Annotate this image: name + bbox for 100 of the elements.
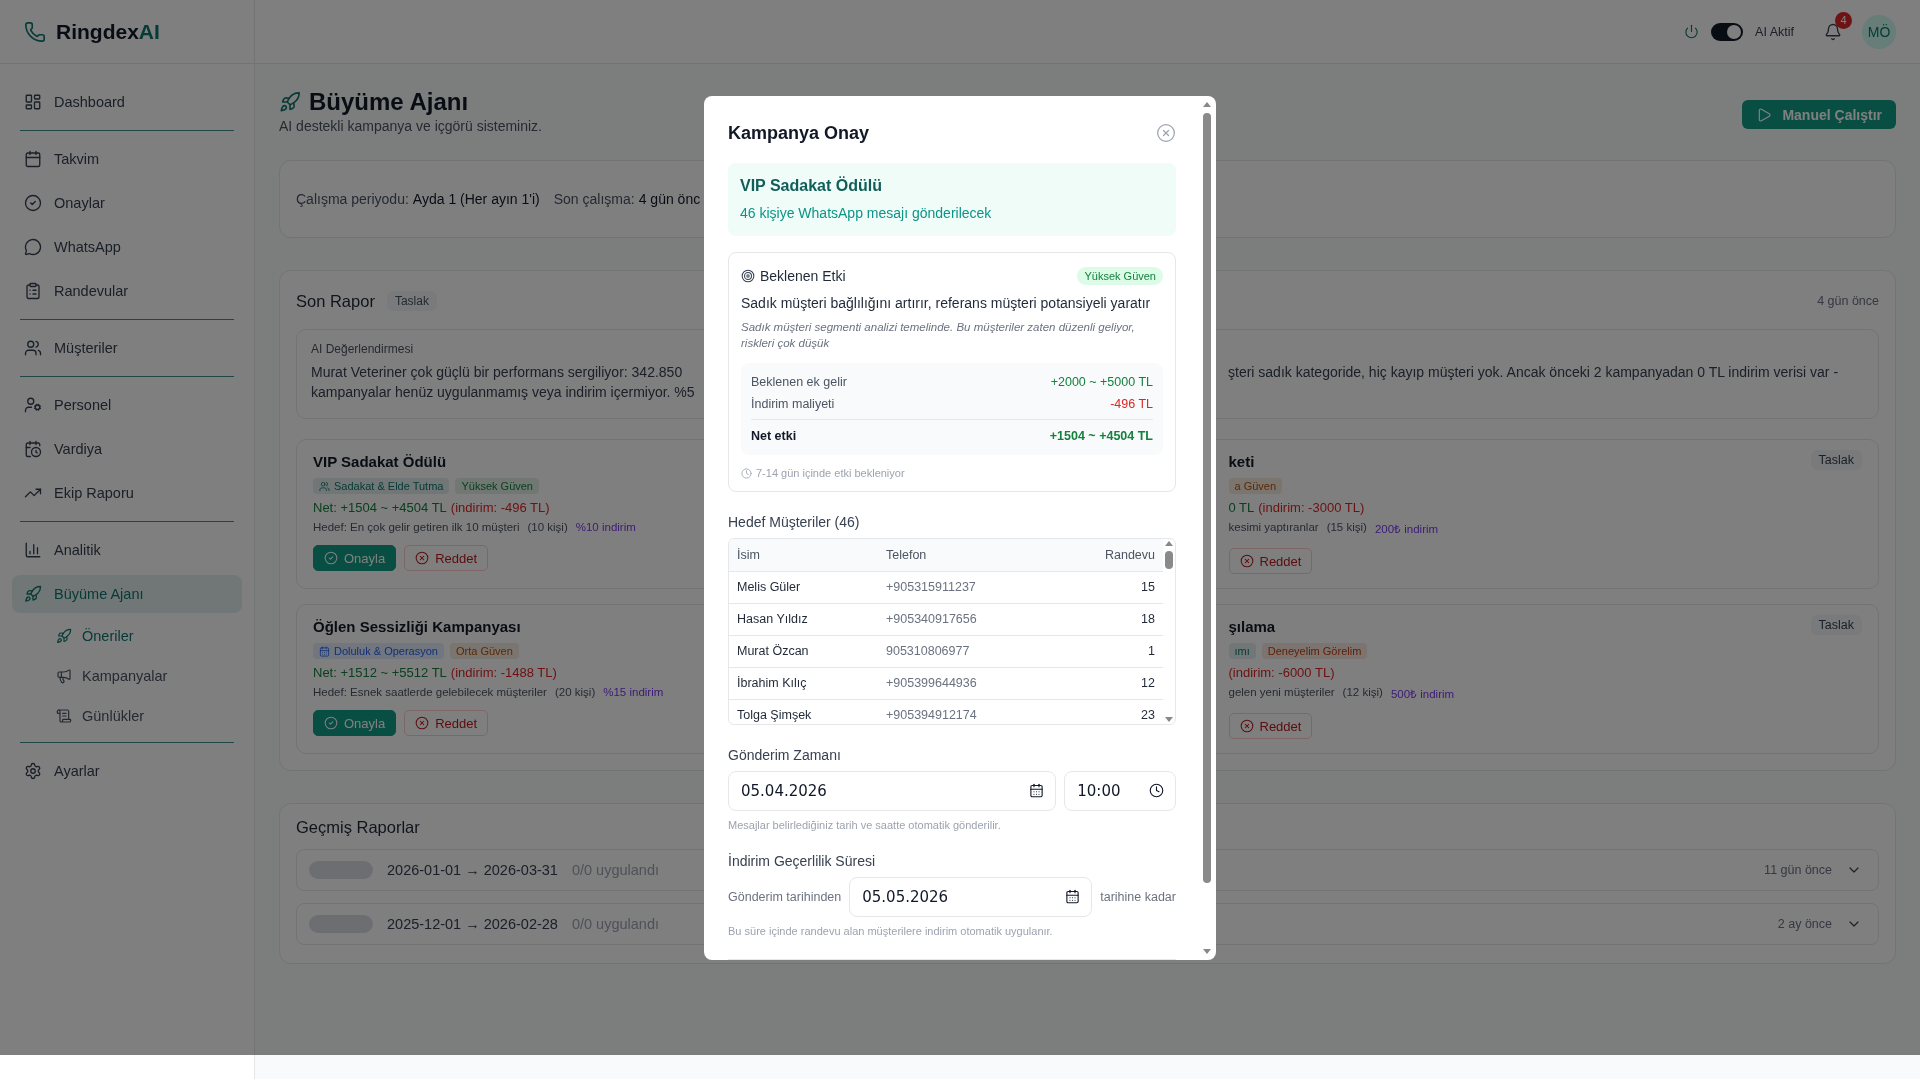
calendar-icon: [1065, 889, 1081, 905]
campaign-title: VIP Sadakat Ödülü: [313, 452, 447, 472]
report-age: 11 gün önce: [1764, 863, 1832, 877]
section-title: Son Rapor: [296, 291, 375, 311]
nav-item[interactable]: Onaylar: [12, 184, 242, 222]
column-header: İsim: [729, 539, 878, 572]
reject-button[interactable]: Reddet: [404, 710, 489, 736]
table-cell: 18: [1054, 603, 1163, 636]
approve-button[interactable]: Onayla: [313, 710, 397, 736]
target-count: (20 kişi): [554, 686, 596, 698]
nav-subitem[interactable]: Kampanyalar: [12, 659, 242, 693]
reject-button[interactable]: Reddet: [404, 545, 489, 571]
column-header: Randevu: [1054, 539, 1163, 572]
x-circle-icon: [415, 551, 430, 565]
target-count: (12 kişi): [1342, 686, 1383, 700]
tag-label: Doluluk & Operasyon: [334, 645, 438, 657]
nav-item[interactable]: Dashboard: [12, 83, 242, 121]
page-title: Büyüme Ajanı: [309, 88, 469, 116]
discount-cost: (indirim: -1488 TL): [450, 665, 557, 680]
column-header: Telefon: [878, 539, 1055, 572]
clipboard-icon: [24, 282, 42, 300]
ai-toggle[interactable]: [1711, 22, 1744, 41]
scroll-icon: [56, 708, 72, 724]
table-cell: Tolga Şimşek: [729, 699, 878, 725]
settings-icon: [24, 762, 42, 780]
check-circle-icon: [324, 551, 338, 565]
nav-item[interactable]: Takvim: [12, 140, 242, 178]
target-count: (10 kişi): [527, 521, 568, 533]
grid-icon: [24, 93, 42, 111]
time-field[interactable]: 10:00: [1064, 771, 1176, 812]
report-age: 4 gün önce: [1817, 294, 1879, 308]
nav-item[interactable]: Ayarlar: [12, 752, 242, 790]
campaign-title: Öğlen Sessizliği Kampanyası: [313, 617, 521, 637]
figure-value: -496 TL: [1110, 397, 1153, 412]
calendar-icon: [319, 645, 330, 657]
manual-run-button[interactable]: Manuel Çalıştır: [1742, 100, 1896, 129]
figure-label: Beklenen ek gelir: [751, 375, 847, 390]
nav-subitem[interactable]: Günlükler: [12, 699, 242, 733]
nav-item[interactable]: Ekip Raporu: [12, 474, 242, 512]
play-icon: [1756, 106, 1773, 123]
brand-logo: RingdexAI: [56, 19, 160, 44]
nav-item[interactable]: Analitik: [12, 531, 242, 569]
check-circle-icon: [24, 194, 42, 212]
net-amount: Net: +1512 ~ +5512 TL: [313, 665, 447, 680]
field-suffix: tarihine kadar: [1100, 890, 1176, 905]
table-cell: Melis Güler: [729, 571, 878, 604]
assessment-text: şteri sadık kategoride, hiç kayıp müşteri yok. Ancak önceki 2 kampanyadan 0 TL indirim verisi var -: [1228, 363, 1839, 382]
offer-text: %10 indirim: [575, 521, 636, 533]
status-tag: Taslak: [1810, 615, 1862, 635]
close-icon[interactable]: [1156, 123, 1176, 144]
table-cell: Hasan Yıldız: [729, 603, 878, 636]
target-text: gelen yeni müşteriler: [1228, 686, 1335, 700]
rocket-icon: [279, 91, 301, 113]
schedule-label: Son çalışma:: [553, 191, 635, 207]
assessment-label: AI Değerlendirmesi: [311, 342, 414, 356]
target-text: Hedef: En çok gelir getiren ilk 10 müşteri: [313, 521, 520, 533]
bell-icon: [1824, 22, 1842, 41]
campaign-summary: 46 kişiye WhatsApp mesajı gönderilecek: [740, 205, 993, 222]
net-amount: Net: +1504 ~ +4504 TL: [313, 500, 447, 515]
users-icon: [319, 480, 330, 492]
target-icon: [741, 269, 755, 284]
user-avatar[interactable]: MÖ: [1862, 14, 1896, 49]
nav-item[interactable]: Büyüme Ajanı: [12, 575, 242, 613]
reject-button[interactable]: Reddet: [1228, 713, 1313, 739]
date-field[interactable]: 05.05.2026: [849, 877, 1093, 918]
nav-item[interactable]: WhatsApp: [12, 228, 242, 266]
field-prefix: Gönderim tarihinden: [728, 890, 842, 905]
rocket-icon: [24, 585, 42, 603]
nav-subitem[interactable]: Öneriler: [12, 619, 242, 653]
check-circle-icon: [324, 716, 338, 730]
section-title: Hedef Müşteriler (46): [728, 514, 861, 531]
table-cell: 23: [1054, 699, 1163, 725]
confidence-tag: Yüksek Güven: [1077, 267, 1163, 286]
nav-item[interactable]: Randevular: [12, 272, 242, 310]
campaign-title: VIP Sadakat Ödülü: [740, 177, 883, 196]
figure-label: İndirim maliyeti: [751, 397, 835, 412]
nav-item[interactable]: Vardiya: [12, 430, 242, 468]
chat-bubble-icon: [24, 238, 42, 256]
user-gear-icon: [24, 396, 42, 414]
discount-cost: (indirim: -3000 TL): [1258, 500, 1365, 515]
tag-label: Sadakat & Elde Tutma: [334, 480, 444, 492]
report-age: 2 ay önce: [1777, 917, 1832, 931]
table-cell: +905394912174: [878, 699, 1055, 725]
target-count: (15 kişi): [1326, 521, 1367, 535]
notification-count: 4: [1835, 11, 1852, 29]
x-circle-icon: [1239, 554, 1254, 568]
reject-button[interactable]: Reddet: [1228, 548, 1313, 574]
field-hint: Bu süre içinde randevu alan müşterilere indirim otomatik uygulanır.: [728, 925, 1054, 938]
section-title: Geçmiş Raporlar: [296, 818, 420, 837]
assessment-text: kampanyalar henüz uygulanmamış veya indirim içermiyor. %5: [311, 383, 695, 402]
approve-button[interactable]: Onayla: [313, 545, 397, 571]
figure-value: +2000 ~ +5000 TL: [1050, 375, 1153, 390]
discount-cost: (indirim: -496 TL): [450, 500, 550, 515]
scrollbar[interactable]: [1202, 102, 1212, 954]
table-cell: İbrahim Kılıç: [729, 667, 878, 700]
nav-item[interactable]: Personel: [12, 386, 242, 424]
nav-item[interactable]: Müşteriler: [12, 329, 242, 367]
date-field[interactable]: 05.04.2026: [728, 771, 1057, 812]
bar-chart-icon: [24, 541, 42, 559]
campaign-title: şılama: [1228, 617, 1276, 637]
